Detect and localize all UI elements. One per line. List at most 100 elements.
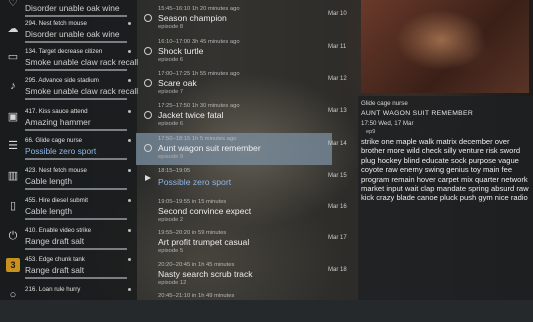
- past-clock-icon: [144, 47, 152, 55]
- program-progress-bar: [25, 277, 127, 279]
- favorite-dot-icon: [128, 22, 131, 25]
- program-time: 17:50–18:15 1h 5 minutes ago: [158, 136, 237, 142]
- cast-icon: ▭: [7, 51, 19, 63]
- favorite-dot-icon: [128, 229, 131, 232]
- program-progress-bar: [25, 41, 127, 43]
- channel-current-program: Disorder unable oak wine: [25, 3, 120, 13]
- favorite-dot-icon: [128, 169, 131, 172]
- program-progress-bar: [25, 248, 127, 250]
- channel-name: 134. Target decrease citizen: [25, 48, 103, 55]
- date-label: Mar 10: [328, 11, 347, 17]
- save-icon: ▣: [7, 111, 19, 123]
- program-title: Second convince expect: [158, 206, 252, 216]
- channel-current-program: Range draft salt: [25, 265, 85, 275]
- program-time: 20:45–21:10 in 1h 49 minutes: [158, 293, 235, 299]
- date-label: Mar 11: [328, 44, 347, 50]
- program-title: Nasty search scrub track: [158, 269, 253, 279]
- schedule-item[interactable]: 17:50–18:15 1h 5 minutes ago Aunt wagon s…: [136, 133, 332, 165]
- info-program-title: AUNT WAGON SUIT REMEMBER: [361, 110, 474, 117]
- channel-name: 216. Loan rule hurry: [25, 286, 81, 293]
- info-datetime: 17:50 Wed, 17 Mar: [361, 120, 414, 127]
- channel-current-program: Cable length: [25, 206, 73, 216]
- schedule-item[interactable]: 20:20–20:45 in 1h 45 minutes Nasty search…: [136, 259, 332, 291]
- channel-current-program: Disorder unable oak wine: [25, 29, 120, 39]
- channel-name: 295. Advance side stadium: [25, 77, 99, 84]
- past-clock-icon: [144, 79, 152, 87]
- date-label: Mar 17: [328, 235, 347, 241]
- program-episode: episode 5: [158, 248, 184, 254]
- program-time: 19:55–20:20 in 59 minutes: [158, 230, 227, 236]
- program-title: Shock turtle: [158, 46, 204, 56]
- program-progress-bar: [25, 158, 127, 160]
- schedule-item[interactable]: 17:25–17:50 1h 30 minutes ago Jacket twic…: [136, 100, 332, 132]
- schedule-item[interactable]: 19:55–20:20 in 59 minutes Art profit trum…: [136, 227, 332, 259]
- program-time: 16:10–17:00 3h 45 minutes ago: [158, 39, 240, 45]
- favorite-dot-icon: [128, 79, 131, 82]
- program-progress-bar: [25, 129, 127, 131]
- date-label: Mar 16: [328, 204, 347, 210]
- schedule-item[interactable]: 20:45–21:10 in 1h 49 minutes: [136, 290, 332, 322]
- bookmark-icon: ▯: [9, 200, 17, 212]
- schedule-item[interactable]: 17:00–17:25 1h 55 minutes ago Scare oak ep…: [136, 68, 332, 100]
- channel-current-program: Cable length: [25, 176, 73, 186]
- program-title: Aunt wagon suit remember: [158, 143, 261, 153]
- number-badge-icon: 3: [6, 258, 20, 272]
- channel-row[interactable]: ○ 216. Loan rule hurry: [0, 284, 137, 320]
- date-label: Mar 18: [328, 267, 347, 273]
- date-label: Mar 14: [328, 141, 347, 147]
- info-description: strike one maple walk matrix december ov…: [361, 137, 529, 203]
- schedule-item[interactable]: 19:05–19:55 in 15 minutes Second convince…: [136, 196, 332, 228]
- date-label: Mar 15: [328, 173, 347, 179]
- channel-current-program: Possible zero sport: [25, 146, 97, 156]
- cloud-icon: ☁: [7, 23, 19, 35]
- channel-name: 410. Enable video strike: [25, 227, 92, 234]
- mic-icon: ♪: [10, 80, 16, 92]
- program-progress-bar: [25, 15, 127, 17]
- favorite-dot-icon: [128, 139, 131, 142]
- schedule-item[interactable]: 16:10–17:00 3h 45 minutes ago Shock turtl…: [136, 36, 332, 68]
- play-icon: [145, 175, 151, 181]
- channel-name: 453. Edge chunk tank: [25, 256, 85, 263]
- program-progress-bar: [25, 218, 127, 220]
- favorite-dot-icon: [128, 110, 131, 113]
- channel-current-program: Range draft salt: [25, 236, 85, 246]
- program-time: 18:15–19:05: [158, 168, 191, 174]
- past-clock-icon: [144, 111, 152, 119]
- program-progress-bar: [25, 98, 127, 100]
- power-icon: ⏻: [8, 230, 18, 242]
- channel-name: 455. Hire diesel submit: [25, 197, 88, 204]
- channel-current-program: Amazing hammer: [25, 117, 91, 127]
- program-episode: episode 9: [158, 154, 184, 160]
- channel-current-program: Smoke unable claw rack recall: [25, 86, 139, 96]
- favorite-dot-icon: [128, 199, 131, 202]
- program-title: Possible zero sport: [158, 177, 232, 187]
- program-time: 17:25–17:50 1h 30 minutes ago: [158, 103, 240, 109]
- program-episode: episode 6: [158, 57, 184, 63]
- program-title: Season champion: [158, 13, 227, 23]
- program-episode: episode 6: [158, 121, 184, 127]
- program-progress-bar: [25, 188, 127, 190]
- program-progress-bar: [25, 69, 127, 71]
- favorite-dot-icon: [128, 288, 131, 291]
- schedule-item[interactable]: 15:45–16:10 1h 20 minutes ago Season cham…: [136, 3, 332, 35]
- past-clock-icon: [144, 14, 152, 22]
- date-label: Mar 12: [328, 76, 347, 82]
- program-time: 20:20–20:45 in 1h 45 minutes: [158, 262, 235, 268]
- program-time: 15:45–16:10 1h 20 minutes ago: [158, 6, 240, 12]
- channel-name: 66. Glide cage nurse: [25, 137, 83, 144]
- program-episode: episode 2: [158, 217, 184, 223]
- program-episode: episode 7: [158, 89, 184, 95]
- program-time: 19:05–19:55 in 15 minutes: [158, 199, 227, 205]
- past-clock-icon: [144, 144, 152, 152]
- program-episode: episode 12: [158, 280, 187, 286]
- program-title: Scare oak: [158, 78, 197, 88]
- program-episode: episode 8: [158, 24, 184, 30]
- channel-list: ♡ Disorder unable oak wine ☁ 294. Nest fetc…: [0, 0, 139, 301]
- delete-icon: ▥: [7, 170, 19, 182]
- schedule-item[interactable]: 18:15–19:05 Possible zero sport: [136, 165, 332, 197]
- channel-name: 423. Nest fetch mouse: [25, 167, 87, 174]
- channel-current-program: Smoke unable claw rack recall: [25, 57, 139, 67]
- info-channel-name: Glide cage nurse: [361, 100, 408, 107]
- program-time: 17:00–17:25 1h 55 minutes ago: [158, 71, 240, 77]
- program-title: Jacket twice fatal: [158, 110, 224, 120]
